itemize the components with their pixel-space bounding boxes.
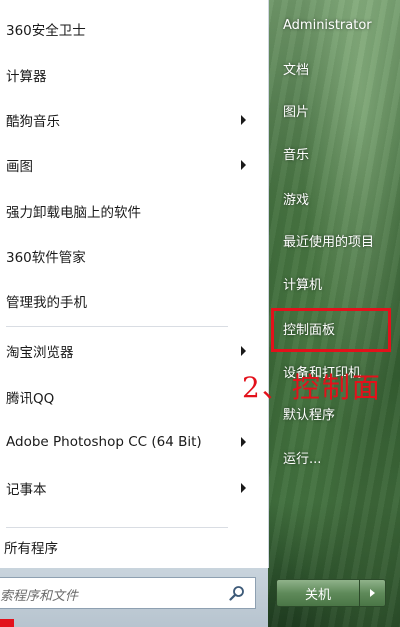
right-item-label: 文档 (283, 62, 310, 78)
right-item-run[interactable]: 运行... (283, 444, 321, 470)
program-item-manage-my-phone[interactable]: 管理我的手机 (0, 281, 262, 321)
program-item-notepad[interactable]: 记事本 (0, 468, 262, 508)
program-label: 管理我的手机 (6, 295, 87, 311)
search-icon[interactable] (229, 585, 245, 601)
right-item-label: 游戏 (283, 192, 310, 208)
program-item-calculator[interactable]: 计算器 (0, 55, 262, 95)
right-item-documents[interactable]: 文档 (283, 55, 309, 81)
shutdown-button[interactable]: 关机 (276, 579, 360, 607)
chevron-right-icon[interactable] (241, 483, 246, 493)
program-label: 腾讯QQ (6, 391, 55, 407)
chevron-right-icon[interactable] (241, 160, 246, 170)
program-label: 画图 (6, 159, 33, 175)
program-item-360-software-manager[interactable]: 360软件管家 (0, 236, 262, 276)
program-item-photoshop[interactable]: Adobe Photoshop CC (64 Bit) (0, 422, 262, 462)
right-item-label: 音乐 (283, 147, 310, 163)
right-item-label: 图片 (283, 104, 310, 120)
all-programs-button[interactable]: 所有程序 (0, 527, 262, 567)
right-item-games[interactable]: 游戏 (283, 185, 309, 211)
search-input[interactable]: 索程序和文件 (0, 577, 256, 609)
program-label: 强力卸载电脑上的软件 (6, 205, 141, 221)
right-item-label: 默认程序 (283, 407, 336, 423)
program-item-uninstaller[interactable]: 强力卸载电脑上的软件 (0, 191, 262, 231)
red-marker (0, 619, 14, 627)
program-label: 记事本 (6, 482, 47, 498)
right-item-label: Administrator (283, 17, 372, 33)
program-item-taobao-browser[interactable]: 淘宝浏览器 (0, 331, 262, 371)
chevron-right-icon[interactable] (241, 115, 246, 125)
program-label: Adobe Photoshop CC (64 Bit) (6, 434, 202, 450)
right-item-computer[interactable]: 计算机 (283, 270, 322, 296)
shutdown-options-button[interactable] (360, 579, 386, 607)
step-annotation: 2、控制面 (242, 371, 382, 404)
program-list-panel: 360安全卫士 计算器 酷狗音乐 画图 强力卸载电脑上的软件 360软件管家 管… (0, 0, 269, 568)
right-item-recent-items[interactable]: 最近使用的项目 (283, 227, 374, 253)
all-programs-label: 所有程序 (4, 541, 58, 557)
right-item-label: 计算机 (283, 277, 323, 293)
program-label: 360安全卫士 (6, 23, 86, 39)
program-item-kugou-music[interactable]: 酷狗音乐 (0, 100, 262, 140)
right-item-label: 最近使用的项目 (283, 234, 375, 250)
chevron-right-icon (370, 589, 375, 597)
chevron-right-icon[interactable] (241, 346, 246, 356)
program-item-360-safe[interactable]: 360安全卫士 (0, 9, 262, 49)
program-label: 计算器 (6, 69, 47, 85)
right-item-label: 运行... (283, 451, 322, 467)
program-item-tencent-qq[interactable]: 腾讯QQ (0, 377, 262, 417)
program-label: 360软件管家 (6, 250, 86, 266)
program-label: 淘宝浏览器 (6, 345, 74, 361)
shutdown-label: 关机 (304, 587, 331, 603)
separator (6, 326, 228, 327)
search-placeholder: 索程序和文件 (0, 589, 79, 604)
chevron-right-icon[interactable] (241, 437, 246, 447)
right-item-pictures[interactable]: 图片 (283, 97, 309, 123)
program-item-paint[interactable]: 画图 (0, 145, 262, 185)
right-item-music[interactable]: 音乐 (283, 140, 309, 166)
control-panel-highlight-box (271, 308, 391, 352)
program-label: 酷狗音乐 (6, 114, 60, 130)
user-name[interactable]: Administrator (283, 12, 372, 38)
